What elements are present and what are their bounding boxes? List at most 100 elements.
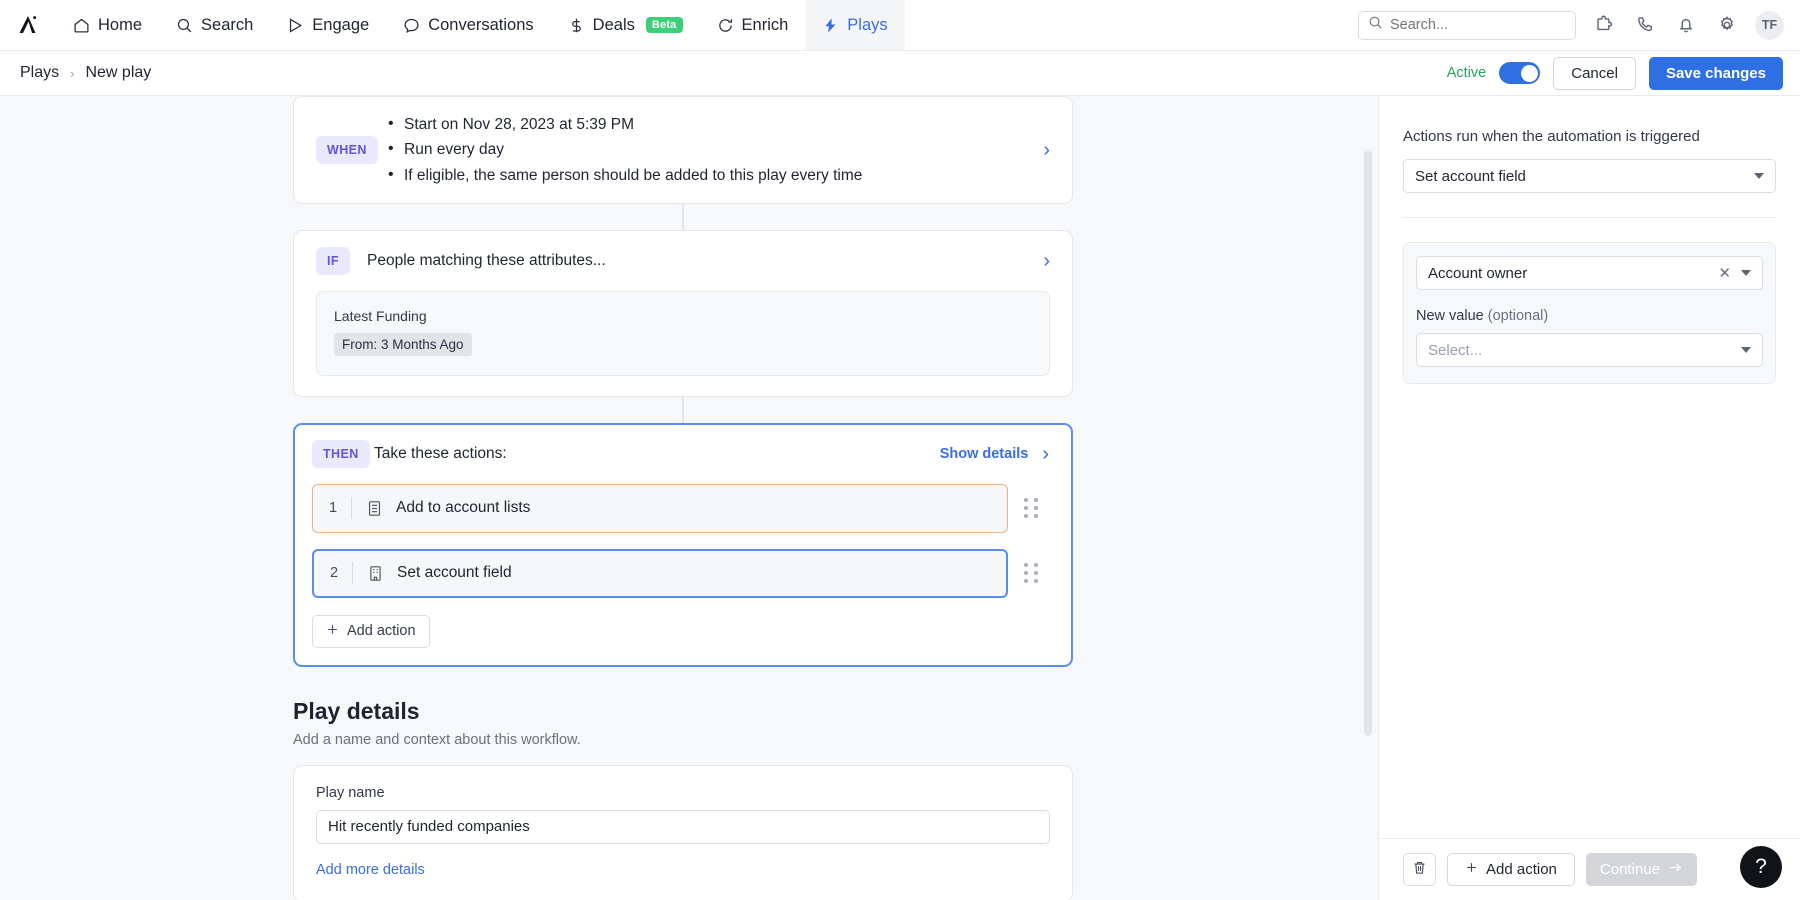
action-label: Set account field: [397, 564, 512, 582]
trash-icon: [1412, 860, 1427, 880]
action-row-add-to-account-lists[interactable]: 1 Add to account lists: [312, 484, 1008, 533]
lightning-icon: [822, 17, 839, 34]
action-row-set-account-field[interactable]: 2 Set account field: [312, 549, 1008, 598]
new-value-label-text: New value: [1416, 308, 1484, 324]
nav-label-enrich: Enrich: [742, 16, 789, 35]
home-icon: [73, 17, 90, 34]
action-config-footer: Add action Continue: [1379, 838, 1800, 900]
send-icon: [287, 17, 304, 34]
nav-label-search: Search: [201, 16, 253, 35]
drag-handle-action-2[interactable]: [1008, 563, 1054, 583]
action-divider: [352, 562, 353, 584]
filter-chip-from[interactable]: From: 3 Months Ago: [334, 333, 472, 356]
when-expand-chevron-icon[interactable]: ›: [1043, 140, 1050, 160]
nav-item-conversations[interactable]: Conversations: [386, 0, 550, 50]
nav-item-engage[interactable]: Engage: [270, 0, 386, 50]
play-details-card: Play name Add more details: [293, 765, 1073, 900]
canvas-scrollbar[interactable]: [1364, 151, 1372, 736]
active-toggle[interactable]: [1499, 62, 1540, 84]
action-divider: [351, 497, 352, 519]
chat-bubble-icon: [403, 17, 420, 34]
connector-when-if: [682, 204, 684, 230]
new-value-select[interactable]: Select...: [1416, 333, 1763, 367]
panel-caption: Actions run when the automation is trigg…: [1403, 128, 1776, 145]
if-badge-wrap: IF: [316, 247, 367, 275]
avatar[interactable]: TF: [1755, 11, 1784, 40]
account-field-select[interactable]: Account owner ✕: [1416, 256, 1763, 290]
action-item-wrapper: 1 Add to account lists: [312, 484, 1054, 533]
automation-flow: WHEN Start on Nov 28, 2023 at 5:39 PM Ru…: [293, 96, 1073, 900]
then-badge-wrap: THEN: [312, 440, 374, 468]
new-value-optional-text: (optional): [1488, 308, 1548, 324]
continue-button: Continue: [1586, 853, 1697, 886]
when-bullet-list: Start on Nov 28, 2023 at 5:39 PM Run eve…: [386, 112, 862, 188]
if-title: People matching these attributes...: [367, 252, 606, 270]
toggle-knob: [1521, 65, 1538, 82]
drag-dots-icon: [1024, 498, 1038, 518]
if-filter-box: Latest Funding From: 3 Months Ago: [316, 291, 1050, 376]
save-changes-button[interactable]: Save changes: [1649, 57, 1783, 90]
play-details-section: Play details Add a name and context abou…: [293, 698, 1073, 900]
when-bullet-eligibility: If eligible, the same person should be a…: [404, 163, 862, 188]
plus-icon: [1465, 861, 1478, 878]
action-config-body: Actions run when the automation is trigg…: [1379, 96, 1800, 838]
phone-icon[interactable]: [1632, 12, 1658, 38]
add-action-button-canvas[interactable]: Add action: [312, 615, 430, 648]
breadcrumb-actions: Active Cancel Save changes: [1447, 57, 1783, 90]
global-search[interactable]: [1358, 11, 1576, 40]
new-value-placeholder: Select...: [1428, 342, 1482, 359]
action-type-value: Set account field: [1415, 168, 1526, 185]
action-config-panel: Actions run when the automation is trigg…: [1379, 96, 1800, 900]
list-icon: [366, 500, 383, 517]
gear-icon[interactable]: [1714, 12, 1740, 38]
then-badge: THEN: [312, 440, 370, 468]
when-card[interactable]: WHEN Start on Nov 28, 2023 at 5:39 PM Ru…: [293, 96, 1073, 204]
nav-label-home: Home: [98, 16, 142, 35]
breadcrumb-bar: Plays › New play Active Cancel Save chan…: [0, 51, 1800, 96]
cancel-button[interactable]: Cancel: [1553, 57, 1636, 90]
extension-icon[interactable]: [1591, 12, 1617, 38]
help-button[interactable]: ?: [1740, 846, 1782, 888]
close-icon[interactable]: ✕: [1718, 264, 1731, 282]
search-input[interactable]: [1390, 17, 1566, 33]
breadcrumb-current: New play: [85, 64, 151, 82]
play-name-input[interactable]: [316, 810, 1050, 844]
drag-handle-action-1[interactable]: [1008, 498, 1054, 518]
breadcrumb-parent[interactable]: Plays: [20, 64, 59, 82]
bell-icon[interactable]: [1673, 12, 1699, 38]
nav-item-deals[interactable]: Deals Beta: [551, 0, 700, 50]
nav-label-conversations: Conversations: [428, 16, 533, 35]
nav-item-search[interactable]: Search: [159, 0, 270, 50]
if-badge: IF: [316, 247, 350, 275]
dollar-icon: [568, 17, 585, 34]
nav-item-enrich[interactable]: Enrich: [700, 0, 806, 50]
nav-item-plays[interactable]: Plays: [805, 0, 904, 50]
chevron-down-icon: [1741, 270, 1751, 276]
if-card[interactable]: IF People matching these attributes... ›…: [293, 230, 1073, 397]
action-type-select[interactable]: Set account field: [1403, 159, 1776, 193]
play-name-label: Play name: [316, 785, 1050, 801]
then-card[interactable]: THEN Take these actions: Show details › …: [293, 423, 1073, 667]
deals-beta-badge: Beta: [646, 17, 683, 33]
connector-if-then: [682, 397, 684, 423]
when-badge: WHEN: [316, 136, 378, 164]
add-more-details-link[interactable]: Add more details: [316, 862, 425, 878]
building-icon: [367, 565, 384, 582]
search-icon: [1368, 15, 1383, 35]
page-body: WHEN Start on Nov 28, 2023 at 5:39 PM Ru…: [0, 96, 1800, 900]
if-expand-chevron-icon[interactable]: ›: [1043, 251, 1050, 271]
nav-item-home[interactable]: Home: [56, 0, 159, 50]
delete-action-button[interactable]: [1403, 853, 1436, 886]
nav-label-deals: Deals: [593, 16, 635, 35]
then-title: Take these actions:: [374, 445, 507, 463]
drag-dots-icon: [1024, 563, 1038, 583]
top-navigation-bar: Home Search Engage Conversations Deals: [0, 0, 1800, 51]
chevron-down-icon: [1741, 347, 1751, 353]
apollo-logo[interactable]: [0, 0, 56, 50]
play-builder-canvas: WHEN Start on Nov 28, 2023 at 5:39 PM Ru…: [0, 96, 1379, 900]
if-card-header: IF People matching these attributes... ›: [316, 247, 1050, 275]
continue-label: Continue: [1600, 861, 1660, 878]
show-details-link[interactable]: Show details: [940, 446, 1029, 462]
add-action-button-panel[interactable]: Add action: [1447, 853, 1575, 886]
then-expand-chevron-icon[interactable]: ›: [1042, 444, 1049, 464]
